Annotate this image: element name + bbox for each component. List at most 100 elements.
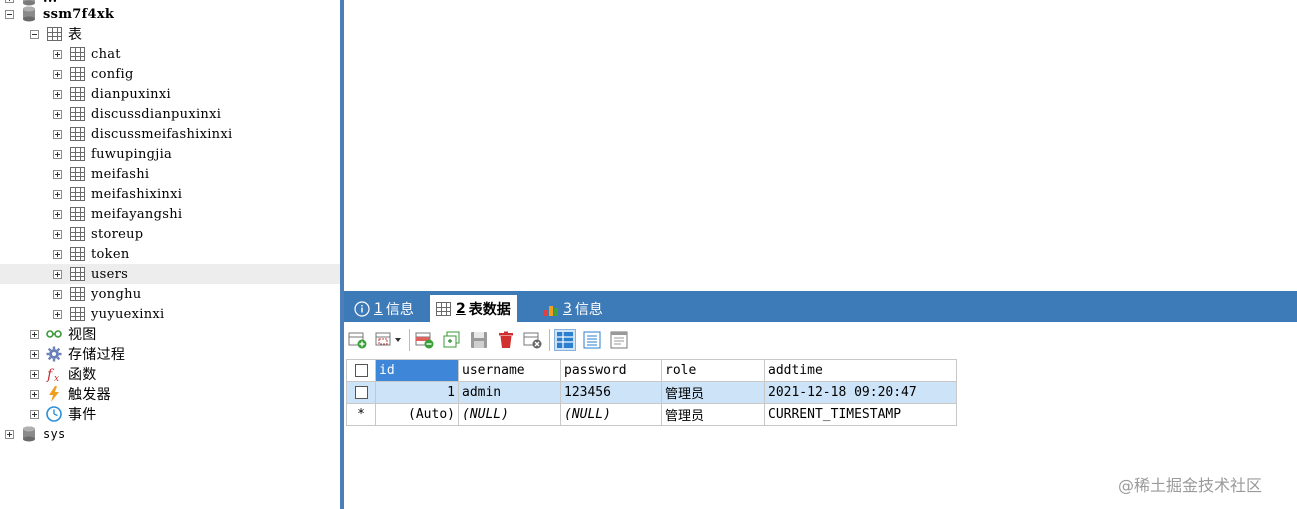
expand-icon[interactable] [53,169,62,179]
tree-node-table[interactable]: yuyuexinxi [53,304,164,324]
tree-node-table[interactable]: yonghu [53,284,141,304]
result-tab-bar: 1 信息 2 表数据 3 信息 [344,291,1297,322]
cell-role[interactable]: 管理员 [661,403,765,426]
tree-node-table[interactable]: chat [53,44,121,64]
row-checkbox[interactable] [354,386,368,399]
expand-icon[interactable] [53,289,62,299]
text-view-icon[interactable] [608,329,630,351]
duplicate-row-icon[interactable] [441,329,463,351]
database-icon [21,426,37,442]
tab-table-data[interactable]: 2 表数据 [430,295,517,322]
table-name-label: config [91,66,134,82]
tree-node-table[interactable]: dianpuxinxi [53,84,171,104]
cell-id[interactable]: (Auto) [375,403,459,426]
grid-view-icon[interactable] [554,329,576,351]
expand-icon[interactable] [53,49,62,59]
column-header-password[interactable]: password [560,359,662,382]
table-icon [69,106,85,122]
expand-icon[interactable] [53,189,62,199]
expand-icon[interactable] [53,209,62,219]
expand-icon[interactable] [30,329,39,339]
cell-addtime[interactable]: CURRENT_TIMESTAMP [764,403,957,426]
lightning-icon [46,386,62,402]
column-header-addtime[interactable]: addtime [764,359,957,382]
tree-node-table[interactable]: token [53,244,130,264]
expand-icon[interactable] [53,229,62,239]
table-name-label: token [91,246,130,262]
cell-password[interactable]: 123456 [560,381,662,404]
save-icon[interactable] [468,329,490,351]
tree-node-procedures[interactable]: 存储过程 [30,344,125,364]
tree-node-triggers[interactable]: 触发器 [30,384,111,404]
expand-icon[interactable] [5,429,14,439]
expand-icon[interactable] [30,409,39,419]
tree-node-table[interactable]: fuwupingjia [53,144,172,164]
cell-id[interactable]: 1 [375,381,459,404]
tree-node-table[interactable]: meifashi [53,164,149,184]
add-row-icon[interactable] [347,329,369,351]
tree-node-table[interactable]: meifayangshi [53,204,182,224]
expand-icon[interactable] [30,389,39,399]
tree-node-table[interactable]: config [53,64,134,84]
expand-icon[interactable] [53,89,62,99]
cell-password[interactable]: (NULL) [560,403,662,426]
tab-label: 信息 [574,301,603,318]
tree-node-table[interactable]: meifashixinxi [53,184,182,204]
tree-node-db-sys[interactable]: sys [5,424,66,444]
table-name-label: dianpuxinxi [91,86,171,102]
table-name-label: chat [91,46,121,62]
table-name-label: discussdianpuxinxi [91,106,222,122]
gear-icon [46,346,62,362]
expand-icon[interactable] [30,369,39,379]
tree-node-functions[interactable]: fx 函数 [30,364,97,384]
table-icon [69,166,85,182]
collapse-icon[interactable] [5,9,14,19]
cell-username[interactable]: (NULL) [458,403,561,426]
form-view-icon[interactable] [581,329,603,351]
select-all-checkbox-cell[interactable] [346,359,376,382]
collapse-icon[interactable] [30,29,39,39]
tab-info-1[interactable]: 1 信息 [348,295,420,322]
table-icon [46,26,62,42]
row-menu-dropdown-icon[interactable] [374,329,404,351]
cell-addtime[interactable]: 2021-12-18 09:20:47 [764,381,957,404]
column-header-id[interactable]: id [375,359,459,382]
expand-icon[interactable] [53,249,62,259]
tree-node-table[interactable]: discussdianpuxinxi [53,104,221,124]
object-browser-tree: ... ssm7f4xk 表 chatconfigdianpuxinxidisc… [0,0,340,509]
select-all-checkbox[interactable] [354,364,368,377]
tree-node-tables-group[interactable]: 表 [30,24,82,44]
tab-info-3[interactable]: 3 信息 [537,295,609,322]
expand-icon[interactable] [53,149,62,159]
cell-username[interactable]: admin [458,381,561,404]
insert-row-icon[interactable] [414,329,436,351]
tree-node-table[interactable]: discussmeifashixinxi [53,124,232,144]
expand-icon[interactable] [53,109,62,119]
watermark: @稀土掘金技术社区 [1118,476,1263,495]
expand-icon[interactable] [30,349,39,359]
tree-node-table[interactable]: storeup [53,224,143,244]
table-icon [69,206,85,222]
expand-icon[interactable] [53,269,62,279]
row-checkbox-cell[interactable] [346,381,376,404]
tab-number: 1 [374,300,383,317]
cell-role[interactable]: 管理员 [661,381,765,404]
expand-icon[interactable] [53,129,62,139]
table-row[interactable]: 1 admin 123456 管理员 2021-12-18 09:20:47 [346,381,957,404]
new-row[interactable]: * (Auto) (NULL) (NULL) 管理员 CURRENT_TIMES… [346,403,957,426]
tree-node-views[interactable]: 视图 [30,324,97,344]
table-icon [436,301,451,316]
column-header-role[interactable]: role [661,359,765,382]
expand-icon[interactable] [5,0,14,3]
delete-icon[interactable] [495,329,517,351]
tree-node-table[interactable]: users [0,264,340,284]
tree-node-db-ssm7f4xk[interactable]: ssm7f4xk [5,4,114,24]
cancel-changes-icon[interactable] [522,329,544,351]
tree-node-events[interactable]: 事件 [30,404,97,424]
views-label: 视图 [68,327,97,343]
functions-label: 函数 [68,367,97,383]
expand-icon[interactable] [53,69,62,79]
expand-icon[interactable] [53,309,62,319]
column-header-username[interactable]: username [458,359,561,382]
panel-divider[interactable] [340,0,344,509]
